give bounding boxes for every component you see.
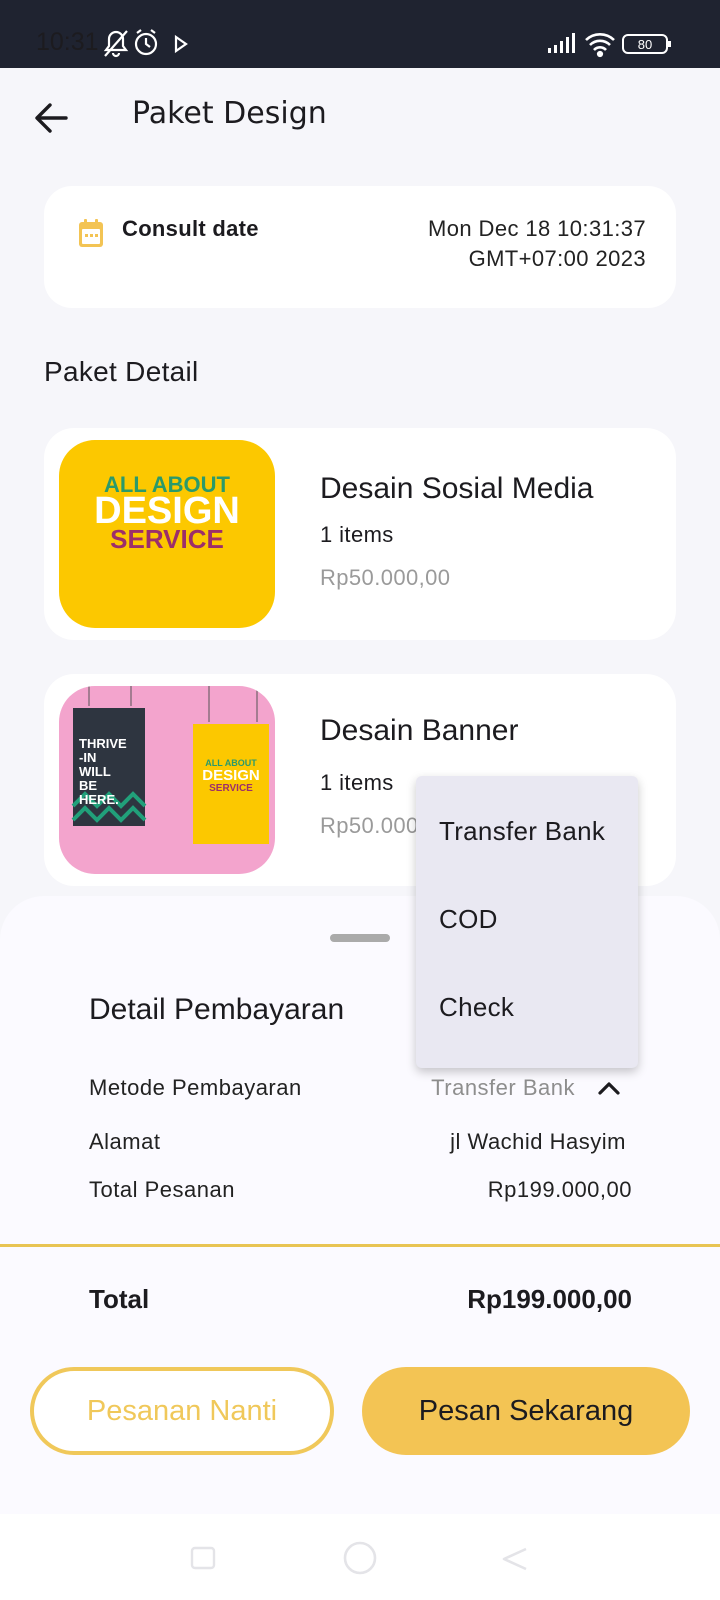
wifi-icon	[585, 33, 615, 58]
product-quantity: 1 items	[320, 770, 394, 795]
status-time: 10:31	[36, 28, 99, 56]
menu-item-check[interactable]: Check	[439, 992, 514, 1023]
product-name: Desain Banner	[320, 714, 519, 747]
thumb-right-2: DESIGN	[202, 767, 260, 784]
thumb-left-5: HERE.	[79, 792, 119, 807]
consult-date-value: Mon Dec 18 10:31:37 GMT+07:00 2023	[346, 214, 646, 274]
consult-date-line2: GMT+07:00 2023	[468, 246, 646, 271]
menu-item-transfer-bank[interactable]: Transfer Bank	[439, 816, 605, 847]
order-total-value: Rp199.000,00	[487, 1177, 632, 1202]
section-title: Paket Detail	[44, 356, 199, 387]
signal-icon	[548, 33, 575, 53]
address-value: jl Wachid Hasyim	[450, 1129, 626, 1154]
recent-apps-icon[interactable]	[190, 1546, 216, 1570]
divider	[0, 1244, 720, 1247]
payment-method-label: Metode Pembayaran	[89, 1075, 302, 1100]
thumb-left-2: -IN	[79, 750, 96, 765]
total-label: Total	[89, 1284, 150, 1314]
total-value: Rp199.000,00	[467, 1284, 632, 1314]
back-button[interactable]	[30, 96, 74, 140]
address-label: Alamat	[89, 1129, 161, 1154]
status-icons-left	[103, 29, 188, 58]
page-title: Paket Design	[132, 96, 327, 131]
home-icon[interactable]	[342, 1540, 378, 1576]
order-total-label: Total Pesanan	[89, 1177, 235, 1202]
product-name: Desain Sosial Media	[320, 472, 594, 505]
payment-title: Detail Pembayaran	[89, 993, 345, 1026]
play-store-icon	[174, 34, 188, 54]
back-nav-icon[interactable]	[500, 1546, 530, 1572]
alarm-icon	[134, 29, 158, 56]
thumb-left-1: THRIVE	[79, 736, 127, 751]
product-image: ALL ABOUT DESIGN SERVICE	[59, 440, 275, 628]
product-image: THRIVE -IN WILL BE HERE. ALL ABOUT DESIG…	[59, 686, 275, 874]
thumb-right-3: SERVICE	[209, 783, 253, 794]
order-now-button[interactable]: Pesan Sekarang	[362, 1367, 690, 1455]
consult-date-label: Consult date	[122, 216, 259, 241]
consult-date-line1: Mon Dec 18 10:31:37	[428, 216, 646, 241]
battery-level: 80	[638, 37, 652, 52]
menu-item-cod[interactable]: COD	[439, 904, 498, 935]
bell-off-icon	[103, 30, 129, 58]
status-icons-right: 80	[548, 33, 671, 58]
calendar-icon	[79, 219, 103, 247]
thumb-line-3: SERVICE	[110, 524, 224, 554]
chevron-up-icon[interactable]	[596, 1078, 622, 1098]
product-quantity: 1 items	[320, 522, 394, 547]
product-price: Rp50.000,00	[320, 565, 451, 590]
thumb-left-4: BE	[79, 778, 97, 793]
arrow-left-icon	[35, 103, 68, 133]
thumb-left-3: WILL	[79, 764, 111, 779]
payment-method-select[interactable]: Transfer Bank	[431, 1075, 575, 1101]
drag-handle[interactable]	[330, 934, 390, 942]
order-later-button[interactable]: Pesanan Nanti	[30, 1367, 334, 1455]
